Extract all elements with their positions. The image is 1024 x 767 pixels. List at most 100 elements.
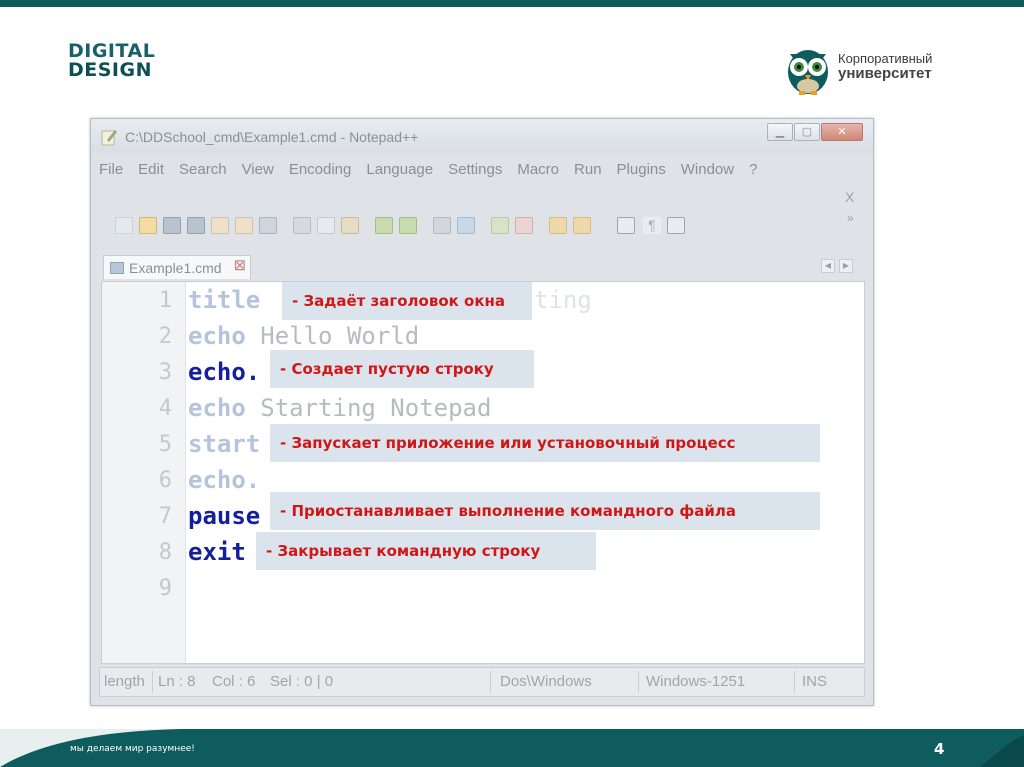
minimize-button[interactable]: ▁	[767, 123, 793, 141]
code-line: echo Hello World	[188, 322, 419, 350]
show-all-chars-icon[interactable]: ¶	[643, 217, 661, 234]
status-selection: Sel : 0 | 0	[270, 673, 334, 690]
logo-text-line-2: университет	[838, 65, 932, 82]
page-number: 4	[934, 740, 945, 758]
code-keyword: exit	[188, 538, 246, 566]
line-number: 1	[158, 288, 172, 313]
window-titlebar[interactable]: C:\DDSchool_cmd\Example1.cmd - Notepad++…	[91, 119, 873, 153]
copy-icon[interactable]	[317, 217, 335, 234]
menu-bar: File Edit Search View Encoding Language …	[99, 161, 772, 183]
code-line: echo.	[188, 358, 260, 386]
menu-close-document[interactable]: X	[845, 189, 854, 205]
code-keyword: echo	[188, 394, 246, 422]
save-all-icon[interactable]	[187, 217, 205, 234]
sync-vertical-icon[interactable]	[549, 217, 567, 234]
code-keyword: pause	[188, 502, 261, 530]
annotation-exit: - Закрывает командную строку	[256, 532, 596, 570]
code-keyword: title	[188, 286, 261, 314]
menu-edit[interactable]: Edit	[138, 161, 164, 183]
annotation-echo-dot: - Создает пустую строку	[270, 350, 534, 388]
close-button[interactable]: ✕	[821, 123, 863, 141]
cut-icon[interactable]	[293, 217, 311, 234]
status-divider	[152, 671, 153, 693]
code-line: start	[188, 430, 260, 458]
menu-run[interactable]: Run	[574, 161, 602, 183]
code-line: echo.	[188, 466, 260, 494]
tab-example1[interactable]: Example1.cmd ☒	[103, 255, 251, 279]
line-number: 8	[158, 540, 172, 565]
digital-design-logo: DIGITAL DESIGN	[68, 42, 155, 80]
logo-line-2: DESIGN	[68, 59, 153, 81]
paste-icon[interactable]	[341, 217, 359, 234]
line-number: 5	[158, 432, 172, 457]
redo-icon[interactable]	[399, 217, 417, 234]
status-length: length	[104, 673, 145, 690]
sync-horizontal-icon[interactable]	[573, 217, 591, 234]
indent-guide-icon[interactable]	[667, 217, 685, 234]
save-icon[interactable]	[163, 217, 181, 234]
menu-language[interactable]: Language	[366, 161, 433, 183]
status-divider	[638, 671, 639, 693]
word-wrap-icon[interactable]	[617, 217, 635, 234]
file-icon	[110, 262, 124, 274]
annotation-pause: - Приостанавливает выполнение командного…	[270, 492, 820, 530]
zoom-out-icon[interactable]	[515, 217, 533, 234]
close-file-icon[interactable]	[211, 217, 229, 234]
code-keyword: echo.	[188, 358, 261, 386]
tab-scroll-left-icon[interactable]: ◀	[821, 259, 835, 273]
menu-view[interactable]: View	[242, 161, 274, 183]
tab-label: Example1.cmd	[129, 260, 222, 276]
menu-encoding[interactable]: Encoding	[289, 161, 352, 183]
code-line: echo Starting Notepad	[188, 394, 491, 422]
footer-bar: мы делаем мир разумнее! 4	[0, 729, 1024, 767]
annotation-title: - Задаёт заголовок окна	[282, 282, 532, 320]
maximize-button[interactable]: ▢	[794, 123, 820, 141]
footer-slogan: мы делаем мир разумнее!	[70, 744, 195, 754]
replace-icon[interactable]	[457, 217, 475, 234]
code-line: exit	[188, 538, 246, 566]
tab-scroll-right-icon[interactable]: ▶	[839, 259, 853, 273]
find-icon[interactable]	[433, 217, 451, 234]
zoom-in-icon[interactable]	[491, 217, 509, 234]
code-keyword: echo	[188, 322, 246, 350]
menu-help[interactable]: ?	[749, 161, 757, 183]
annotation-start: - Запускает приложение или установочный …	[270, 424, 820, 462]
menu-plugins[interactable]: Plugins	[617, 161, 666, 183]
notepadpp-app-icon	[101, 130, 117, 146]
code-text: Starting Notepad	[245, 394, 492, 422]
menu-file[interactable]: File	[99, 161, 123, 183]
close-all-icon[interactable]	[235, 217, 253, 234]
status-line: Ln : 8	[158, 673, 196, 690]
status-column: Col : 6	[212, 673, 256, 690]
corporate-university-logo: Корпоративный университет	[782, 40, 962, 96]
logo-text-line-1: Корпоративный	[838, 51, 933, 66]
ghost-text: ting	[534, 286, 592, 314]
window-title: C:\DDSchool_cmd\Example1.cmd - Notepad++	[125, 129, 419, 145]
line-number: 9	[158, 576, 172, 601]
menu-macro[interactable]: Macro	[517, 161, 559, 183]
status-insert-mode: INS	[802, 673, 828, 690]
code-keyword: echo.	[188, 466, 261, 494]
status-divider	[490, 671, 491, 693]
undo-icon[interactable]	[375, 217, 393, 234]
line-number: 4	[158, 396, 172, 421]
status-bar: length Ln : 8 Col : 6 Sel : 0 | 0 Dos\Wi…	[99, 667, 865, 697]
menu-search[interactable]: Search	[179, 161, 227, 183]
code-editor[interactable]: 1 2 3 4 5 6 7 8 9 title ting echo Hello …	[101, 281, 865, 664]
status-encoding: Windows-1251	[646, 673, 746, 690]
status-eol: Dos\Windows	[500, 673, 592, 690]
tab-close-icon[interactable]: ☒	[234, 258, 246, 274]
top-accent-bar	[0, 0, 1024, 7]
line-number: 7	[158, 504, 172, 529]
open-file-icon[interactable]	[139, 217, 157, 234]
new-file-icon[interactable]	[115, 217, 133, 234]
menu-window[interactable]: Window	[681, 161, 734, 183]
toolbar-overflow-icon[interactable]: »	[847, 211, 854, 225]
code-keyword: start	[188, 430, 261, 458]
owl-icon	[788, 50, 828, 95]
print-icon[interactable]	[259, 217, 277, 234]
menu-settings[interactable]: Settings	[448, 161, 502, 183]
line-number: 3	[158, 360, 172, 385]
notepad-window: C:\DDSchool_cmd\Example1.cmd - Notepad++…	[90, 118, 874, 706]
status-divider	[794, 671, 795, 693]
